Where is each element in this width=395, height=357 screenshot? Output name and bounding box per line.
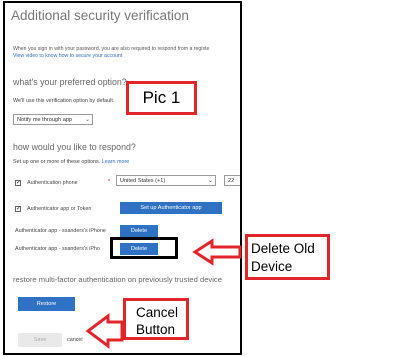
delete-arrow-icon [192, 238, 242, 266]
cancel-arrow-icon [85, 313, 124, 349]
annotation-arrows [85, 238, 242, 349]
